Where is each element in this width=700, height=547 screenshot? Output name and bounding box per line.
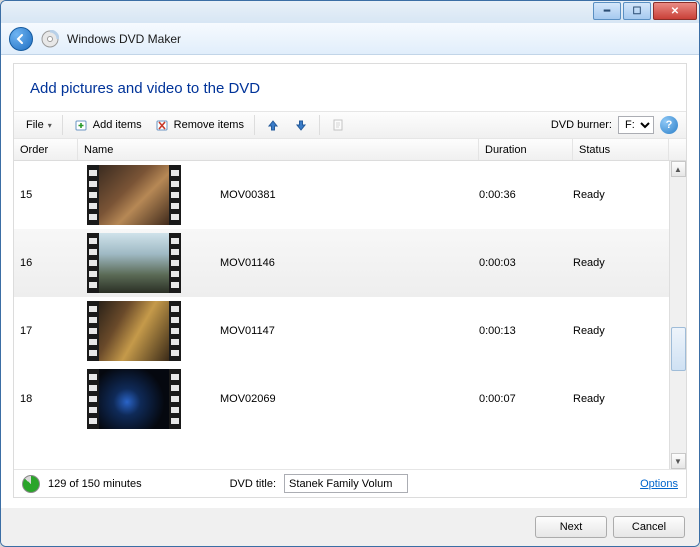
scrollbar-track[interactable] xyxy=(671,177,686,453)
cell-status: Ready xyxy=(573,189,669,201)
header-zone: Add pictures and video to the DVD xyxy=(14,64,686,111)
cell-order: 18 xyxy=(14,393,78,405)
separator xyxy=(254,115,255,135)
maximize-button[interactable]: ☐ xyxy=(623,2,651,20)
col-scroll-spacer xyxy=(669,139,686,160)
options-link[interactable]: Options xyxy=(640,478,678,490)
cell-status: Ready xyxy=(573,393,669,405)
content-panel: Add pictures and video to the DVD File A… xyxy=(13,63,687,498)
col-status[interactable]: Status xyxy=(573,139,669,160)
titlebar: ━ ☐ ✕ xyxy=(1,1,699,23)
cell-status: Ready xyxy=(573,257,669,269)
separator xyxy=(62,115,63,135)
minimize-button[interactable]: ━ xyxy=(593,2,621,20)
filmstrip-thumbnail xyxy=(87,165,181,225)
burner-select[interactable]: F: xyxy=(618,116,654,134)
arrow-down-icon xyxy=(293,117,309,133)
close-button[interactable]: ✕ xyxy=(653,2,697,20)
col-duration[interactable]: Duration xyxy=(479,139,573,160)
arrow-left-icon xyxy=(15,33,27,45)
item-list: 15MOV003810:00:36Ready16MOV011460:00:03R… xyxy=(14,161,686,469)
cell-order: 15 xyxy=(14,189,78,201)
column-headers: Order Name Duration Status xyxy=(14,139,686,161)
properties-button[interactable] xyxy=(326,115,350,135)
button-bar: Next Cancel xyxy=(1,508,699,546)
list-row[interactable]: 16 MOV011460:00:03Ready xyxy=(14,229,669,297)
burner-label: DVD burner: xyxy=(551,119,612,131)
dvd-icon xyxy=(41,30,59,48)
window-frame: ━ ☐ ✕ Windows DVD Maker Add pictures and… xyxy=(0,0,700,547)
cell-name: MOV01147 xyxy=(190,325,479,337)
cell-name: MOV02069 xyxy=(190,393,479,405)
cell-status: Ready xyxy=(573,325,669,337)
file-label: File xyxy=(26,119,44,131)
col-name[interactable]: Name xyxy=(78,139,479,160)
remove-icon xyxy=(154,117,170,133)
vertical-scrollbar[interactable]: ▲ ▼ xyxy=(669,161,686,469)
list-row[interactable]: 17 MOV011470:00:13Ready xyxy=(14,297,669,365)
back-button[interactable] xyxy=(9,27,33,51)
arrow-up-icon xyxy=(265,117,281,133)
col-order[interactable]: Order xyxy=(14,139,78,160)
scroll-up-button[interactable]: ▲ xyxy=(671,161,686,177)
disc-usage-pie-icon xyxy=(22,475,40,493)
add-items-button[interactable]: Add items xyxy=(69,115,146,135)
cell-thumbnail xyxy=(78,165,190,225)
filmstrip-thumbnail xyxy=(87,369,181,429)
separator xyxy=(319,115,320,135)
cell-duration: 0:00:03 xyxy=(479,257,573,269)
remove-items-button[interactable]: Remove items xyxy=(150,115,248,135)
cell-thumbnail xyxy=(78,233,190,293)
window-title: Windows DVD Maker xyxy=(67,32,181,46)
cell-name: MOV01146 xyxy=(190,257,479,269)
cell-duration: 0:00:07 xyxy=(479,393,573,405)
cell-order: 17 xyxy=(14,325,78,337)
add-label: Add items xyxy=(93,119,142,131)
cancel-button[interactable]: Cancel xyxy=(613,516,685,538)
nav-bar: Windows DVD Maker xyxy=(1,23,699,55)
toolbar: File Add items Remove items DVD b xyxy=(14,111,686,139)
scroll-down-button[interactable]: ▼ xyxy=(671,453,686,469)
move-down-button[interactable] xyxy=(289,115,313,135)
file-menu[interactable]: File xyxy=(22,117,56,133)
filmstrip-thumbnail xyxy=(87,301,181,361)
cell-thumbnail xyxy=(78,369,190,429)
page-icon xyxy=(330,117,346,133)
help-button[interactable]: ? xyxy=(660,116,678,134)
cell-thumbnail xyxy=(78,301,190,361)
scrollbar-thumb[interactable] xyxy=(671,327,686,371)
help-icon: ? xyxy=(666,119,673,131)
remove-label: Remove items xyxy=(174,119,244,131)
cell-duration: 0:00:13 xyxy=(479,325,573,337)
page-title: Add pictures and video to the DVD xyxy=(30,80,670,97)
filmstrip-thumbnail xyxy=(87,233,181,293)
dvd-title-input[interactable] xyxy=(284,474,408,493)
list-row[interactable]: 15 MOV003810:00:36Ready xyxy=(14,161,669,229)
next-button[interactable]: Next xyxy=(535,516,607,538)
add-icon xyxy=(73,117,89,133)
cell-name: MOV00381 xyxy=(190,189,479,201)
cell-duration: 0:00:36 xyxy=(479,189,573,201)
list-row[interactable]: 18 MOV020690:00:07Ready xyxy=(14,365,669,433)
cell-order: 16 xyxy=(14,257,78,269)
move-up-button[interactable] xyxy=(261,115,285,135)
dvd-title-label: DVD title: xyxy=(230,478,276,490)
status-bar: 129 of 150 minutes DVD title: Options xyxy=(14,469,686,497)
minutes-text: 129 of 150 minutes xyxy=(48,478,142,490)
